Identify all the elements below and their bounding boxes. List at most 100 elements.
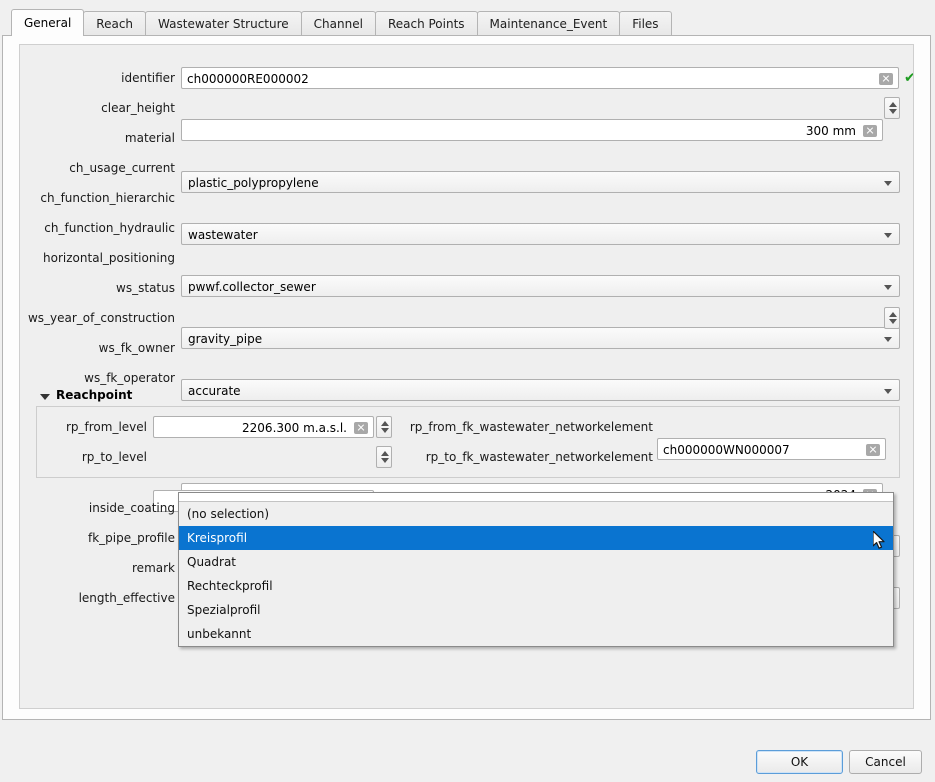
label-ch-function-hierarchic: ch_function_hierarchic — [40, 191, 175, 205]
dropdown-item-unbekannt[interactable]: unbekannt — [179, 622, 893, 646]
clear-icon[interactable] — [866, 444, 880, 456]
combo-ch-function-hierarchic-value: pwwf.collector_sewer — [188, 280, 316, 294]
combo-ch-function-hierarchic[interactable]: pwwf.collector_sewer — [181, 275, 900, 297]
clear-icon[interactable] — [879, 73, 893, 85]
combo-material-value: plastic_polypropylene — [188, 176, 319, 190]
input-clear-height-value: 300 mm — [805, 124, 856, 138]
spinner-ws-year-of-construction[interactable] — [884, 307, 900, 329]
tab-channel[interactable]: Channel — [300, 11, 376, 36]
chevron-up-icon[interactable] — [889, 312, 897, 317]
field-row-identifier: identifier — [20, 67, 175, 89]
chevron-up-icon[interactable] — [381, 451, 389, 456]
field-row-ws-status: ws_status — [20, 277, 175, 299]
label-clear-height: clear_height — [101, 101, 175, 115]
chevron-down-icon[interactable] — [884, 337, 892, 342]
label-length-effective: length_effective — [78, 591, 175, 605]
field-row-ch-usage-current: ch_usage_current — [20, 157, 175, 179]
tab-files[interactable]: Files — [619, 11, 672, 36]
dropdown-search-input[interactable] — [179, 493, 893, 502]
input-clear-height[interactable]: 300 mm — [181, 119, 883, 141]
label-remark: remark — [132, 561, 175, 575]
cancel-button[interactable]: Cancel — [849, 750, 922, 774]
field-row-ch-function-hierarchic: ch_function_hierarchic — [20, 187, 175, 209]
dropdown-item-quadrat[interactable]: Quadrat — [179, 550, 893, 574]
label-ws-status: ws_status — [116, 281, 175, 295]
field-row-rp-from-level: rp_from_level — [37, 416, 147, 438]
combo-ch-function-hydraulic[interactable]: gravity_pipe — [181, 327, 900, 349]
combo-ch-usage-current[interactable]: wastewater — [181, 223, 900, 245]
chevron-up-icon[interactable] — [889, 102, 897, 107]
chevron-down-icon[interactable] — [889, 109, 897, 114]
field-row-rp-to-level: rp_to_level — [37, 446, 147, 468]
spinner-clear-height[interactable] — [884, 97, 900, 119]
field-row-rp-from-fk: rp_from_fk_wastewater_networkelement — [397, 416, 653, 438]
mouse-cursor-icon — [872, 530, 887, 554]
field-row-horizontal-positioning: horizontal_positioning — [20, 247, 175, 269]
field-row-ws-year-of-construction: ws_year_of_construction — [20, 307, 175, 329]
tab-bar: General Reach Wastewater Structure Chann… — [0, 0, 935, 36]
tab-reach-points[interactable]: Reach Points — [374, 11, 478, 36]
dropdown-item-spezialprofil[interactable]: Spezialprofil — [179, 598, 893, 622]
tab-wastewater-structure[interactable]: Wastewater Structure — [145, 11, 302, 36]
field-row-inside-coating: inside_coating — [20, 497, 175, 519]
ok-button[interactable]: OK — [756, 750, 843, 774]
label-ws-fk-owner: ws_fk_owner — [98, 341, 175, 355]
spinner-rp-from-level[interactable] — [376, 416, 392, 438]
label-ws-year-of-construction: ws_year_of_construction — [27, 311, 175, 325]
combo-ch-usage-current-value: wastewater — [188, 228, 258, 242]
field-row-ws-fk-owner: ws_fk_owner — [20, 337, 175, 359]
combo-horizontal-positioning[interactable]: accurate — [181, 379, 900, 401]
field-row-remark: remark — [20, 557, 175, 579]
label-rp-from-level: rp_from_level — [65, 420, 147, 434]
label-identifier: identifier — [121, 71, 175, 85]
field-row-clear-height: clear_height — [20, 97, 175, 119]
input-rp-from-fk-wastewater-networkelement[interactable]: ch000000WN000007 — [657, 438, 886, 460]
chevron-down-icon[interactable] — [884, 389, 892, 394]
tab-strip: General Reach Wastewater Structure Chann… — [11, 9, 672, 36]
chevron-down-icon[interactable] — [889, 319, 897, 324]
dialog-footer: OK Cancel — [0, 720, 935, 782]
chevron-down-icon[interactable] — [381, 428, 389, 433]
dropdown-item-kreisprofil[interactable]: Kreisprofil — [179, 526, 893, 550]
field-row-rp-to-fk: rp_to_fk_wastewater_networkelement — [397, 446, 653, 468]
field-row-material: material — [20, 127, 175, 149]
clear-icon[interactable] — [354, 422, 368, 434]
input-rp-from-level[interactable]: 2206.300 m.a.s.l. — [153, 416, 374, 438]
dropdown-item-rechteckprofil[interactable]: Rechteckprofil — [179, 574, 893, 598]
field-row-fk-pipe-profile: fk_pipe_profile — [20, 527, 175, 549]
field-row-ch-function-hydraulic: ch_function_hydraulic — [20, 217, 175, 239]
chevron-down-icon[interactable] — [884, 181, 892, 186]
input-identifier-value: ch000000RE000002 — [187, 72, 309, 86]
input-rp-from-fk-value: ch000000WN000007 — [663, 443, 790, 457]
tab-general[interactable]: General — [11, 9, 85, 36]
dropdown-item-no-selection[interactable]: (no selection) — [179, 502, 893, 526]
input-identifier[interactable]: ch000000RE000002 — [181, 67, 899, 89]
input-rp-from-level-value: 2206.300 m.a.s.l. — [242, 421, 347, 435]
label-ch-function-hydraulic: ch_function_hydraulic — [44, 221, 175, 235]
combo-ch-function-hydraulic-value: gravity_pipe — [188, 332, 263, 346]
tab-maintenance-event[interactable]: Maintenance_Event — [476, 11, 621, 36]
check-icon: ✔ — [904, 67, 913, 89]
chevron-down-icon[interactable] — [884, 233, 892, 238]
combo-horizontal-positioning-value: accurate — [188, 384, 241, 398]
combo-material[interactable]: plastic_polypropylene — [181, 171, 900, 193]
spinner-rp-to-level[interactable] — [376, 446, 392, 468]
label-horizontal-positioning: horizontal_positioning — [43, 251, 175, 265]
label-fk-pipe-profile: fk_pipe_profile — [87, 531, 175, 545]
chevron-down-icon[interactable] — [884, 285, 892, 290]
label-rp-to-fk-wastewater-networkelement: rp_to_fk_wastewater_networkelement — [425, 450, 653, 464]
label-inside-coating: inside_coating — [88, 501, 175, 515]
group-title-reachpoint: Reachpoint — [56, 388, 133, 402]
collapse-triangle-icon[interactable] — [40, 394, 50, 400]
chevron-down-icon[interactable] — [381, 458, 389, 463]
group-reachpoint: rp_from_level 2206.300 m.a.s.l. rp_from_… — [36, 406, 900, 534]
dropdown-popup-fk-pipe-profile[interactable]: (no selection) Kreisprofil Quadrat Recht… — [178, 492, 894, 647]
label-rp-from-fk-wastewater-networkelement: rp_from_fk_wastewater_networkelement — [409, 420, 653, 434]
label-material: material — [124, 131, 175, 145]
chevron-up-icon[interactable] — [381, 421, 389, 426]
tab-reach[interactable]: Reach — [83, 11, 147, 36]
field-row-length-effective: length_effective — [20, 587, 175, 609]
clear-icon[interactable] — [863, 125, 877, 137]
label-rp-to-level: rp_to_level — [81, 450, 147, 464]
label-ch-usage-current: ch_usage_current — [69, 161, 175, 175]
